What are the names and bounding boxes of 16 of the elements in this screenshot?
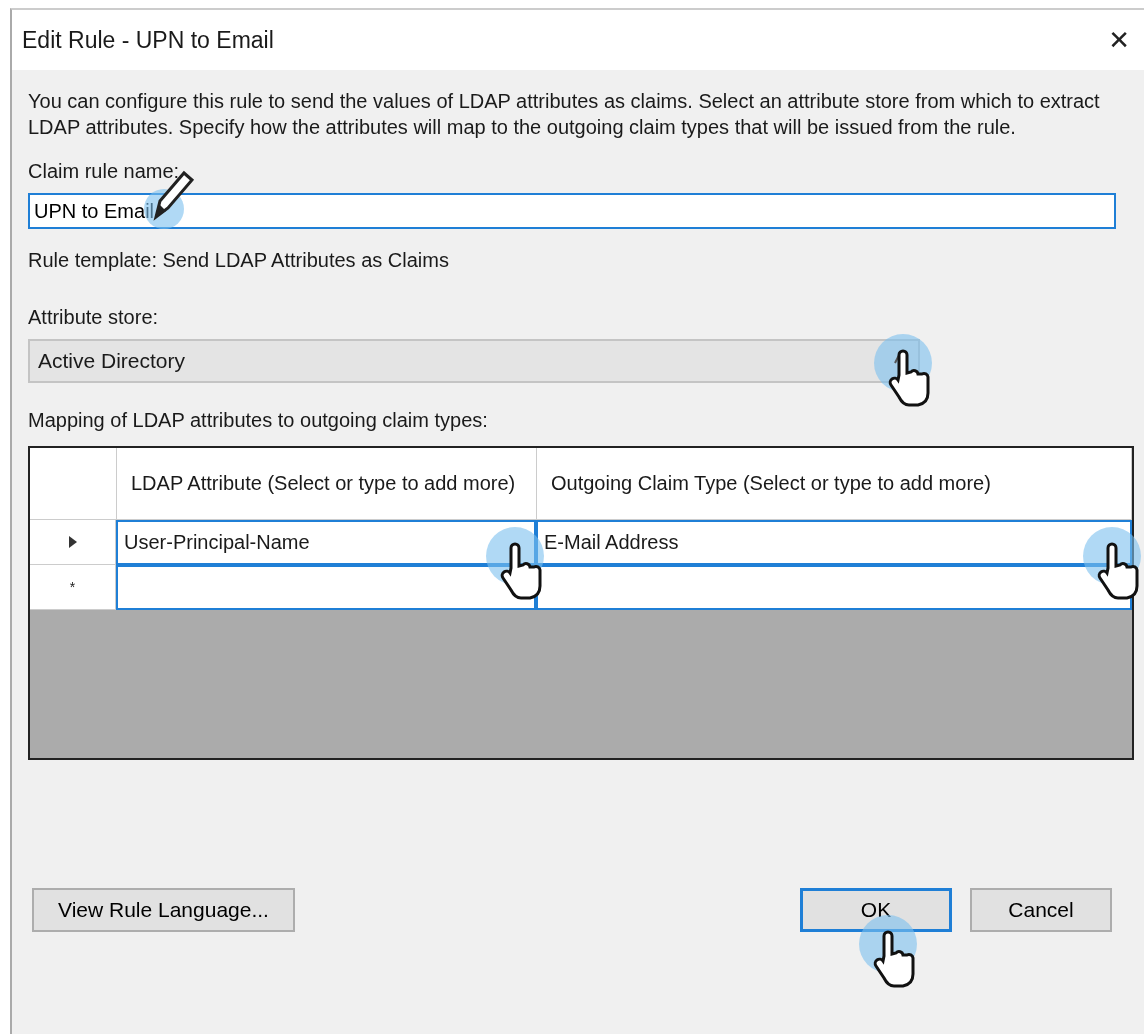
template-text: Rule template: Send LDAP Attributes as Claims (28, 249, 450, 272)
description-text: You can configure this rule to send the values of LDAP attributes as claims. Select an attribute store from which to extract LDAP attributes. Specify how the attributes will map to the outgoing claim types that will be issued from the rule. (28, 89, 1101, 140)
new-row-marker: * (69, 579, 76, 595)
combo-cell[interactable]: E-Mail Address (536, 520, 1132, 565)
field-label: Claim rule name: (28, 160, 181, 183)
field-label: Attribute store: (28, 306, 160, 329)
current-row-icon (67, 535, 78, 549)
dialog-button[interactable]: Cancel (970, 888, 1112, 932)
window-title: Edit Rule - UPN to Email (22, 26, 274, 54)
field-label: Mapping of LDAP attributes to outgoing claim types: (28, 409, 489, 432)
dialog-button[interactable]: View Rule Language... (32, 888, 295, 932)
row-header[interactable]: * (30, 565, 116, 610)
dialog-button[interactable]: OK (800, 888, 952, 932)
dropdown[interactable]: Active Directory (28, 339, 920, 383)
combo-cell[interactable]: User-Principal-Name (116, 520, 536, 565)
close-button[interactable]: ✕ (1102, 25, 1136, 55)
